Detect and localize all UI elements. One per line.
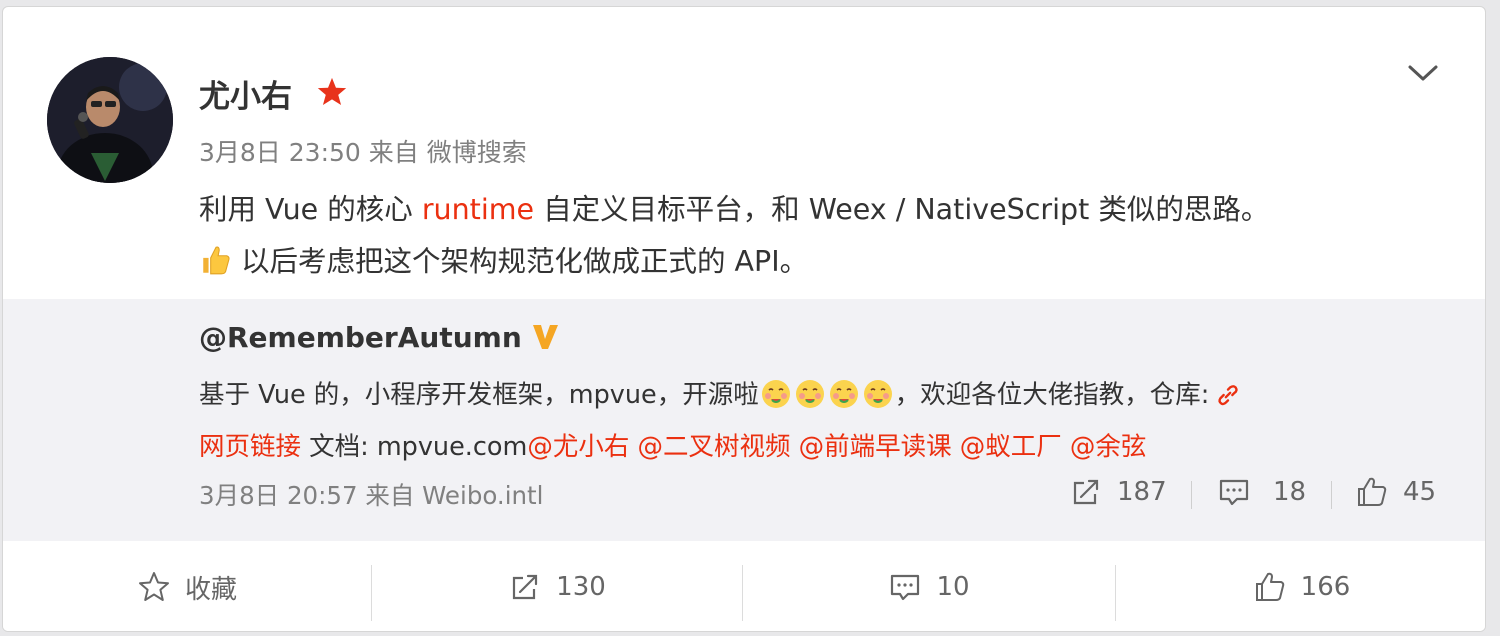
repost-icon: [513, 574, 538, 600]
post-text-line-2: 以后考虑把这个架构规范化做成正式的 API。: [199, 236, 1269, 288]
chevron-down-icon[interactable]: [1405, 57, 1441, 89]
repost-text-line-2: 网页链接 文档: mpvue.com@尤小右 @二叉树视频 @前端早读课 @蚁工…: [199, 421, 1241, 473]
repost-text: 基于 Vue 的，小程序开发框架，mpvue，开源啦 ，欢迎各位大佬指教，仓库: …: [199, 369, 1241, 473]
yummy-emoji-icon: [761, 380, 790, 408]
comment-count: 10: [936, 572, 970, 602]
like-count: 166: [1300, 572, 1351, 602]
comment-count: 18: [1273, 477, 1307, 507]
mention-link[interactable]: @余弦: [1070, 432, 1147, 462]
like-button[interactable]: 166: [1116, 541, 1485, 631]
like-icon: [1358, 477, 1387, 506]
favorite-label: 收藏: [184, 574, 237, 605]
star-badge-icon[interactable]: [315, 75, 349, 109]
link-icon[interactable]: [1215, 382, 1241, 408]
repost-button[interactable]: 130: [372, 541, 742, 631]
runtime-link[interactable]: runtime: [422, 193, 534, 226]
comment-icon: [891, 574, 920, 601]
repost-icon: [1073, 479, 1099, 505]
divider: [1191, 481, 1192, 509]
like-count: 45: [1403, 477, 1437, 507]
favorite-button[interactable]: 收藏: [3, 541, 371, 631]
post-text-part: 以后考虑把这个架构规范化做成正式的 API。: [241, 245, 809, 278]
mention-link[interactable]: @尤小右: [527, 432, 629, 462]
avatar-image: [47, 57, 173, 183]
mention-link[interactable]: @二叉树视频: [637, 432, 790, 462]
post-text: 利用 Vue 的核心 runtime 自定义目标平台，和 Weex / Nati…: [199, 184, 1269, 288]
repost-meta: 3月8日 20:57 来自 Weibo.intl: [199, 481, 544, 510]
comment-button[interactable]: 10: [743, 541, 1115, 631]
post-text-part: 自定义目标平台，和 Weex / NativeScript 类似的思路。: [534, 193, 1270, 226]
action-bar: 收藏 130 10 166: [3, 541, 1485, 631]
post-meta: 3月8日 23:50 来自 微博搜索: [199, 138, 527, 167]
mention-link[interactable]: @前端早读课: [799, 432, 952, 462]
comment-icon: [1219, 479, 1249, 506]
yummy-emoji-icon: [795, 380, 824, 408]
like-icon: [1255, 572, 1284, 601]
repost-text-line-1: 基于 Vue 的，小程序开发框架，mpvue，开源啦 ，欢迎各位大佬指教，仓库:: [199, 369, 1241, 421]
post-text-part: 利用 Vue 的核心: [199, 193, 422, 226]
weibo-card: 尤小右 3月8日 23:50 来自 微博搜索 利用 Vue 的核心 runtim…: [2, 6, 1486, 632]
verified-v-icon: [532, 325, 558, 349]
divider: [1331, 481, 1332, 509]
yummy-emoji-icon: [829, 380, 858, 408]
thumbs-up-emoji-icon: [203, 246, 230, 275]
post-text-line-1: 利用 Vue 的核心 runtime 自定义目标平台，和 Weex / Nati…: [199, 184, 1269, 236]
mention-link[interactable]: @蚁工厂: [960, 432, 1062, 462]
repost-count: 187: [1117, 477, 1167, 507]
repost-stat-likes[interactable]: 45: [1355, 475, 1436, 509]
repost-stat-reposts[interactable]: 187: [1069, 475, 1167, 509]
web-link[interactable]: 网页链接: [199, 432, 301, 462]
docs-text: 文档: mpvue.com: [301, 432, 528, 462]
repost-stat-comments[interactable]: 18: [1217, 475, 1306, 509]
repost-text-part: ，欢迎各位大佬指教，仓库:: [894, 380, 1210, 410]
repost-user: @RememberAutumn: [199, 321, 560, 354]
avatar[interactable]: [47, 57, 173, 183]
repost-count: 130: [556, 572, 606, 602]
repost-username[interactable]: @RememberAutumn: [199, 321, 522, 354]
yummy-emoji-icon: [863, 380, 892, 408]
author-name[interactable]: 尤小右: [199, 71, 292, 116]
repost-block: @RememberAutumn 基于 Vue 的，小程序开发框架，mpvue，开…: [3, 299, 1485, 541]
favorite-star-icon: [138, 572, 169, 601]
repost-text-part: 基于 Vue 的，小程序开发框架，mpvue，开源啦: [199, 380, 759, 410]
